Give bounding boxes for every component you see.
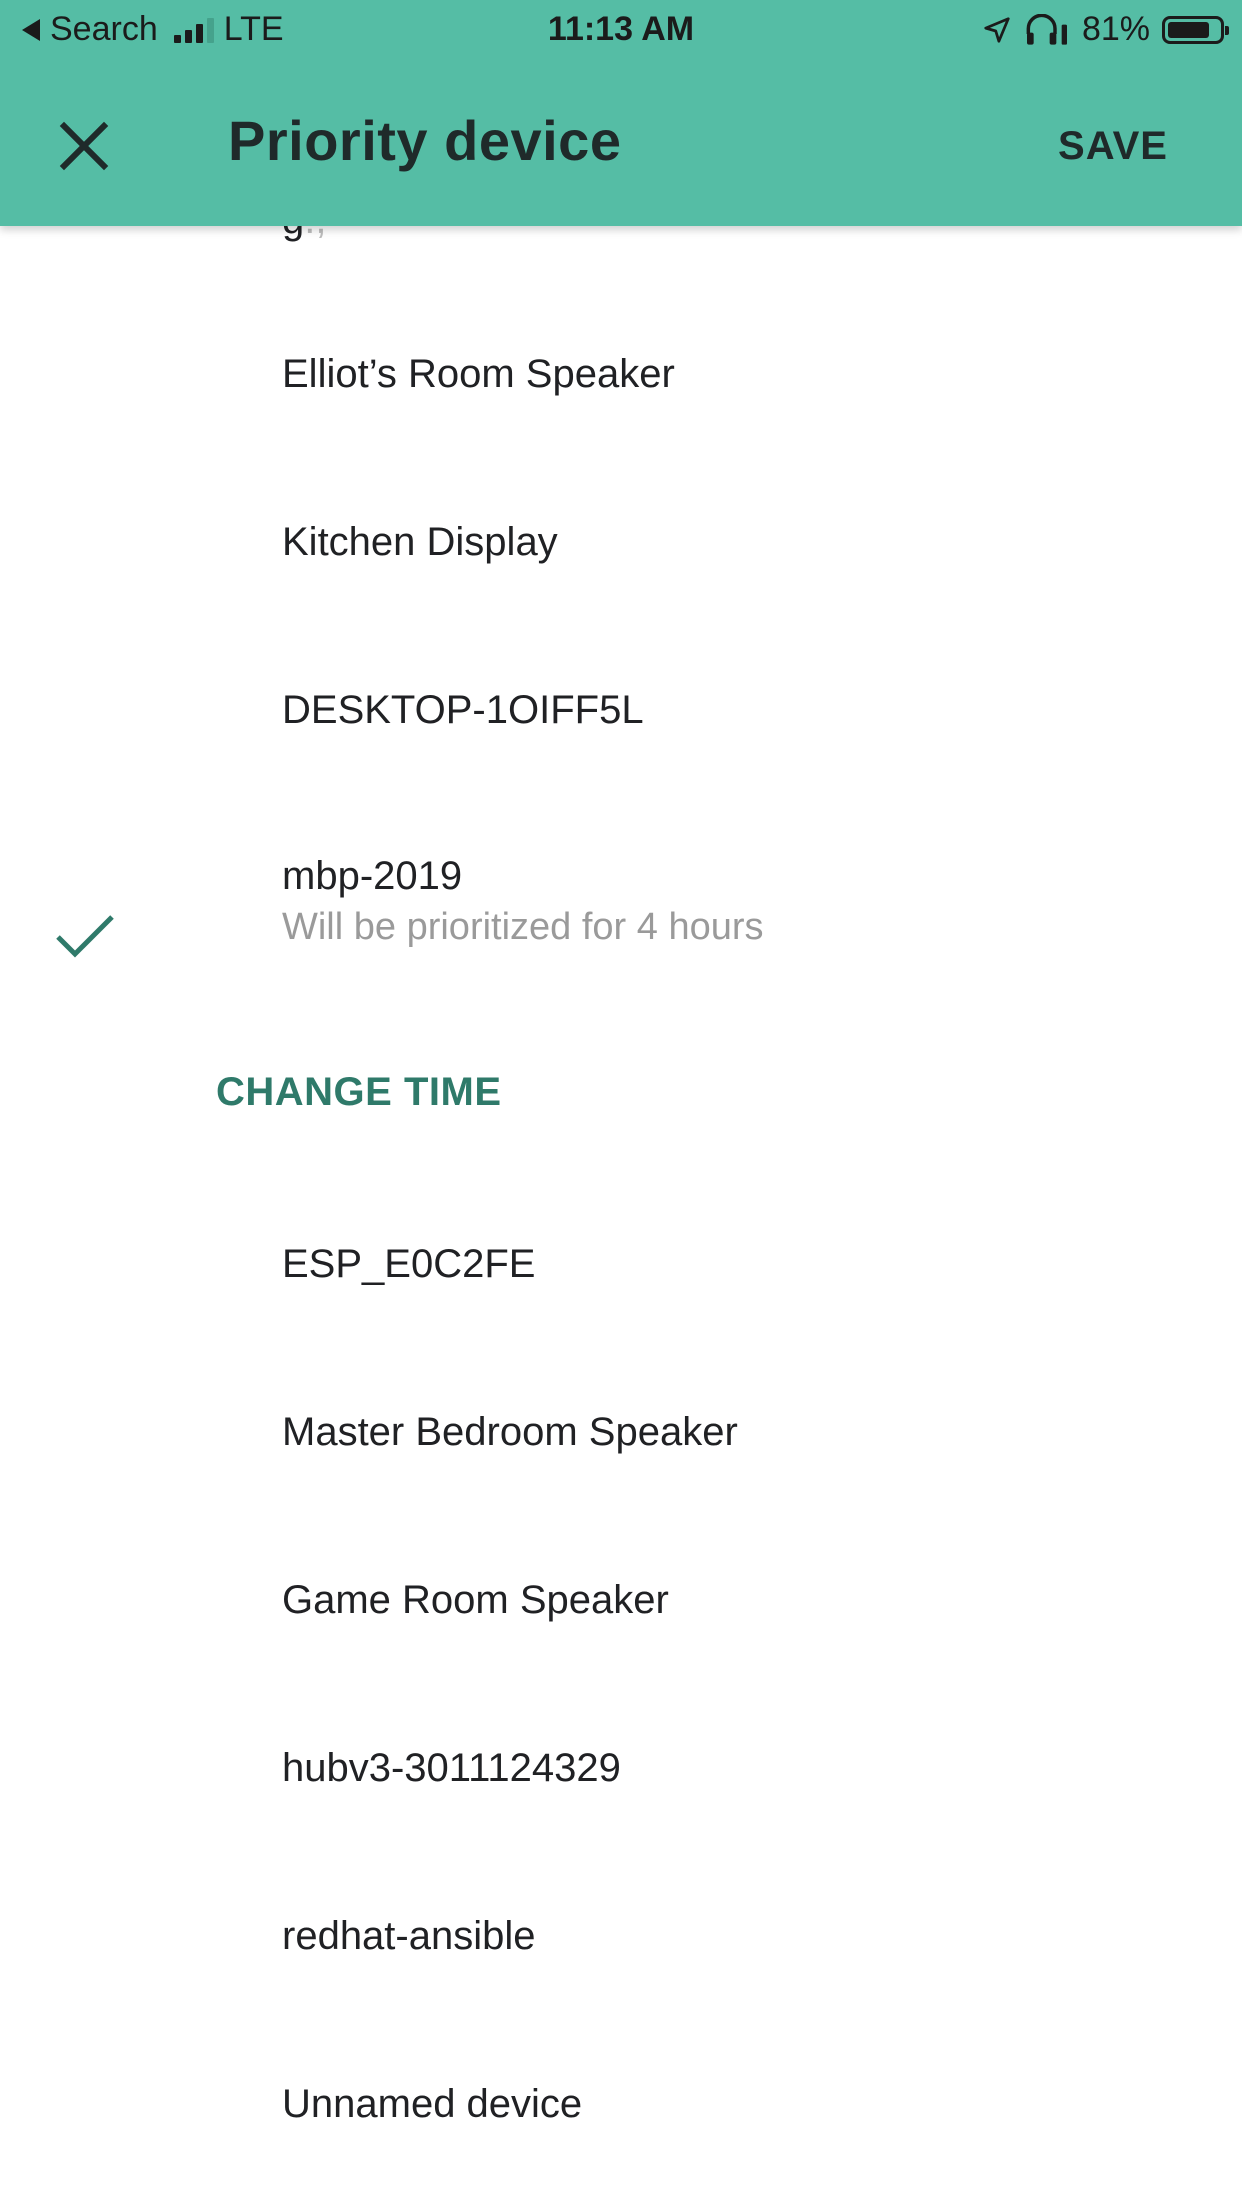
close-icon	[59, 121, 109, 171]
checkmark-icon	[56, 915, 114, 958]
device-name: ESP_E0C2FE	[282, 1242, 536, 1286]
device-name: Kitchen Display	[282, 520, 558, 564]
status-bar-right: 81%	[982, 10, 1229, 49]
battery-level-fill	[1168, 21, 1209, 38]
device-item-desktop[interactable]: DESKTOP-1OIFF5L	[0, 634, 1242, 802]
device-list: g., Elliot’s Room Speaker Kitchen Displa…	[0, 226, 1242, 2208]
battery-icon	[1162, 15, 1229, 44]
close-button[interactable]	[40, 102, 128, 190]
battery-percent: 81%	[1081, 10, 1150, 48]
device-item-master-bedroom-speaker[interactable]: Master Bedroom Speaker	[0, 1410, 1242, 1578]
device-name: Elliot’s Room Speaker	[282, 352, 675, 396]
location-icon	[984, 16, 1010, 43]
status-bar: Search LTE 11:13 AM 81%	[0, 0, 1242, 62]
device-name: mbp-2019	[282, 854, 463, 898]
partially-hidden-list-item: g.,	[282, 226, 326, 243]
device-item-kitchen-display[interactable]: Kitchen Display	[0, 466, 1242, 634]
device-name: Unnamed device	[282, 2082, 583, 2126]
device-item-mbp-2019[interactable]: mbp-2019 Will be prioritized for 4 hours	[0, 826, 1242, 1026]
headphones-icon	[1026, 13, 1067, 45]
app-bar: Priority device SAVE	[0, 62, 1242, 226]
device-item-redhat-ansible[interactable]: redhat-ansible	[0, 1914, 1242, 2082]
device-item-unnamed-device[interactable]: Unnamed device	[0, 2082, 1242, 2208]
device-name: DESKTOP-1OIFF5L	[282, 688, 644, 732]
device-name: hubv3-3011124329	[282, 1746, 621, 1790]
app-header: Search LTE 11:13 AM 81% Priority device …	[0, 0, 1242, 226]
page-title: Priority device	[228, 109, 622, 172]
device-item-game-room-speaker[interactable]: Game Room Speaker	[0, 1578, 1242, 1746]
device-priority-status: Will be prioritized for 4 hours	[282, 906, 764, 948]
device-name: redhat-ansible	[282, 1914, 536, 1958]
device-name: Game Room Speaker	[282, 1578, 669, 1622]
device-item-elliots-room-speaker[interactable]: Elliot’s Room Speaker	[0, 298, 1242, 466]
device-item-esp-e0c2fe[interactable]: ESP_E0C2FE	[0, 1242, 1242, 1410]
save-button[interactable]: SAVE	[1058, 124, 1168, 169]
change-time-button[interactable]: CHANGE TIME	[216, 1070, 502, 1115]
device-item-hubv3[interactable]: hubv3-3011124329	[0, 1746, 1242, 1914]
device-name: Master Bedroom Speaker	[282, 1410, 738, 1454]
